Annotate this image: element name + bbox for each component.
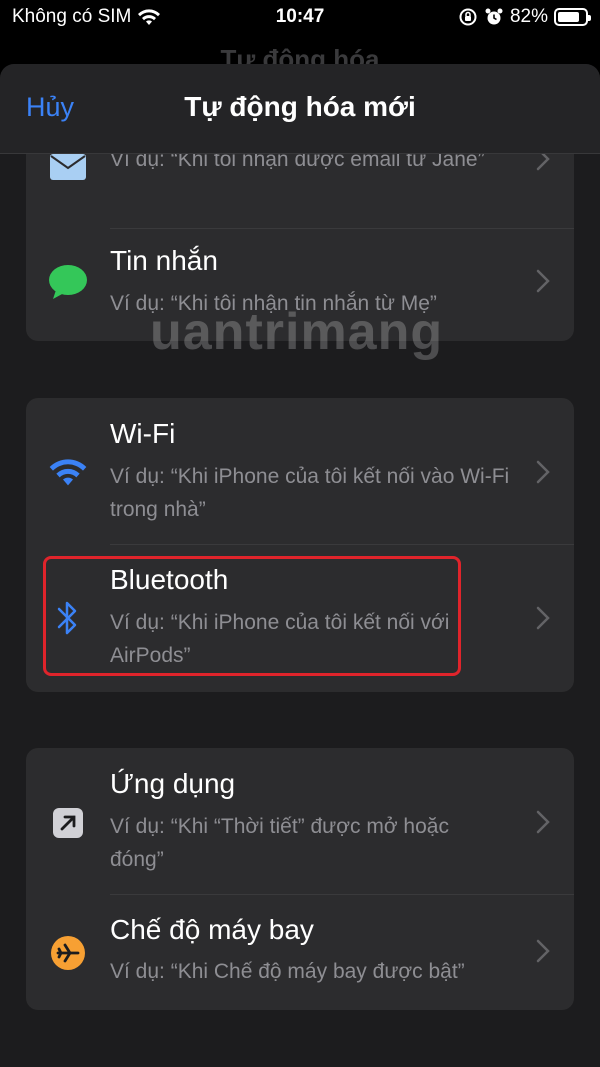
battery-percent: 82% bbox=[509, 6, 548, 27]
chevron-right-icon bbox=[536, 810, 550, 834]
bluetooth-highlight-box bbox=[43, 556, 461, 676]
battery-fill bbox=[558, 12, 580, 22]
nav-bar: Hủy Tự động hóa mới bbox=[0, 64, 600, 154]
alarm-icon bbox=[485, 8, 503, 25]
list-item-airplane-mode[interactable]: Chế độ máy bay Ví dụ: “Khi Chế độ máy ba… bbox=[26, 895, 574, 1010]
app-arrow-icon bbox=[48, 803, 88, 843]
orientation-lock-icon bbox=[459, 8, 477, 26]
chevron-right-icon bbox=[536, 939, 550, 963]
wifi-description: Ví dụ: “Khi iPhone của tôi kết nối vào W… bbox=[110, 465, 510, 521]
watermark: uantrimang bbox=[150, 303, 444, 361]
airplane-description: Ví dụ: “Khi Chế độ máy bay được bật” bbox=[110, 960, 465, 983]
list-item-wifi[interactable]: Wi-Fi Ví dụ: “Khi iPhone của tôi kết nối… bbox=[26, 398, 574, 544]
airplane-title: Chế độ máy bay bbox=[110, 914, 314, 945]
battery-icon bbox=[554, 8, 591, 26]
chevron-right-icon bbox=[536, 606, 550, 630]
message-icon bbox=[48, 262, 88, 302]
wifi-icon bbox=[48, 452, 88, 492]
chevron-right-icon bbox=[536, 269, 550, 293]
list-item-app[interactable]: Ứng dụng Ví dụ: “Khi “Thời tiết” được mở… bbox=[26, 748, 574, 894]
app-description: Ví dụ: “Khi “Thời tiết” được mở hoặc đón… bbox=[110, 815, 449, 871]
airplane-icon bbox=[48, 933, 88, 973]
nav-title: Tự động hóa mới bbox=[184, 91, 416, 122]
status-right: 82% bbox=[458, 6, 591, 28]
app-title: Ứng dụng bbox=[110, 768, 236, 799]
wifi-title: Wi-Fi bbox=[110, 418, 176, 449]
status-bar: Không có SIM 10:47 82% bbox=[0, 0, 600, 36]
chevron-right-icon bbox=[536, 460, 550, 484]
messages-title: Tin nhắn bbox=[110, 245, 218, 276]
group-device: Ứng dụng Ví dụ: “Khi “Thời tiết” được mở… bbox=[26, 748, 574, 1010]
